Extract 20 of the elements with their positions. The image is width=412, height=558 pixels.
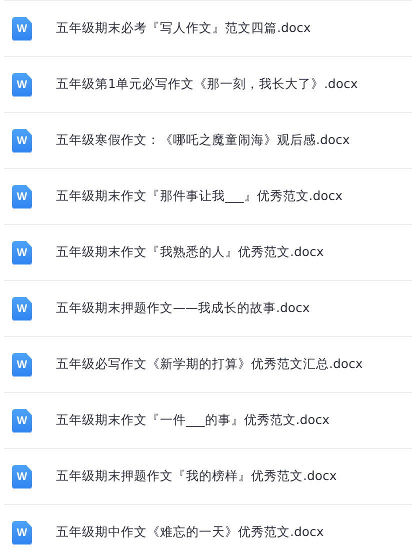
word-file-icon: W — [12, 296, 32, 320]
word-file-icon: W — [12, 520, 32, 544]
word-file-icon: W — [12, 16, 32, 40]
word-file-icon: W — [12, 184, 32, 208]
file-name[interactable]: 五年级寒假作文：《哪吒之魔童闹海》观后感.docx — [56, 132, 350, 149]
file-name[interactable]: 五年级期末作文『那件事让我___』优秀范文.docx — [56, 188, 343, 205]
file-name[interactable]: 五年级期末作文『一件___的事』优秀范文.docx — [56, 412, 330, 429]
file-name[interactable]: 五年级必写作文《新学期的打算》优秀范文汇总.docx — [56, 356, 363, 373]
word-file-icon: W — [12, 464, 32, 488]
word-file-icon: W — [12, 240, 32, 264]
word-file-icon: W — [12, 408, 32, 432]
word-file-icon: W — [12, 128, 32, 152]
file-name[interactable]: 五年级期末必考『写人作文』范文四篇.docx — [56, 20, 311, 37]
file-name[interactable]: 五年级期末作文『我熟悉的人』优秀范文.docx — [56, 244, 324, 261]
file-name[interactable]: 五年级第1单元必写作文《那一刻，我长大了》.docx — [56, 76, 358, 93]
word-file-icon: W — [12, 72, 32, 96]
file-name[interactable]: 五年级期末押题作文——我成长的故事.docx — [56, 300, 310, 317]
file-name[interactable]: 五年级期中作文《难忘的一天》优秀范文.docx — [56, 524, 324, 541]
file-name[interactable]: 五年级期末押题作文『我的榜样』优秀范文.docx — [56, 468, 337, 485]
word-file-icon: W — [12, 352, 32, 376]
